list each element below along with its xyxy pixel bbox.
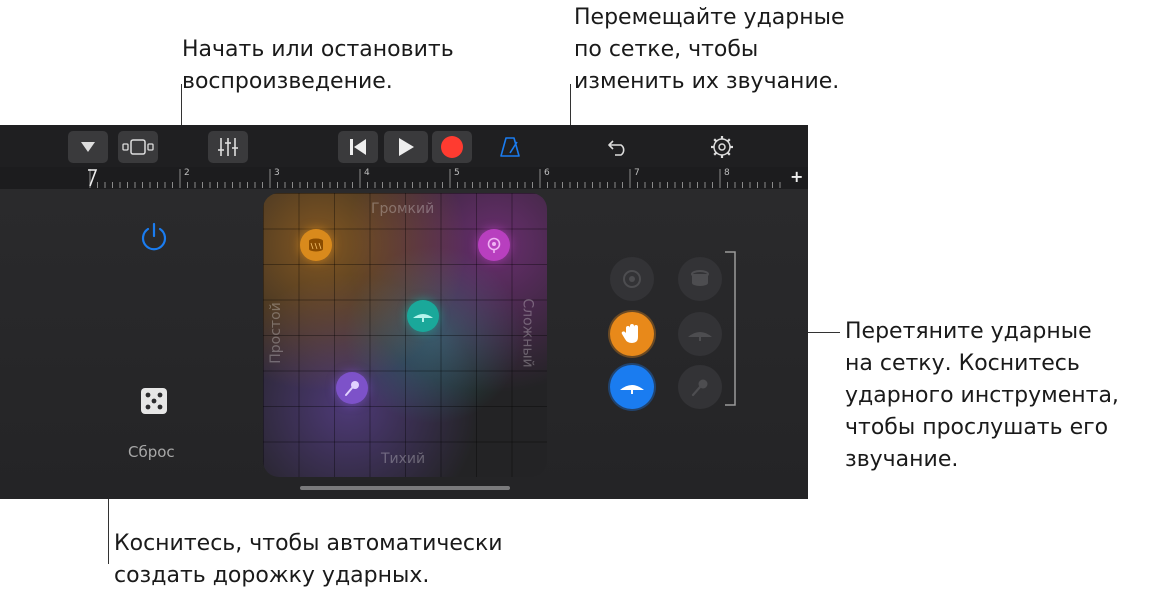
record-button[interactable] [432, 131, 472, 163]
settings-icon [711, 136, 733, 158]
shaker-slot-icon [691, 379, 708, 397]
play-icon [399, 138, 414, 156]
tracks-view-button[interactable] [118, 131, 158, 163]
dice-icon [141, 388, 167, 414]
grid-label-complex: Сложный [519, 298, 536, 368]
callout-drag-line-1: Перетяните ударные [845, 319, 1092, 344]
drum-slot-snare[interactable] [678, 257, 722, 301]
callout-grid-line-3: изменить их звучание. [574, 69, 840, 94]
drum-palette-bracket [725, 251, 736, 406]
ruler-mark-3: 3 [274, 168, 280, 178]
drum-slot-shaker[interactable] [678, 365, 722, 409]
callout-grid-line-1: Перемещайте ударные [574, 5, 845, 30]
callout-play-line-2: воспроизведение. [182, 69, 393, 94]
drum-slot-hihat[interactable] [678, 312, 722, 356]
settings-button[interactable] [702, 131, 742, 163]
hand-clap-icon [621, 324, 638, 343]
ruler-ticks [89, 169, 781, 188]
go-to-beginning-button[interactable] [338, 131, 378, 163]
ruler-mark-5: 5 [454, 168, 460, 178]
mixer-button[interactable] [208, 131, 248, 163]
mixer-icon [218, 138, 238, 156]
drummer-editor: Сброс Громкий Тихий Простой Сложный [0, 189, 808, 499]
playhead-icon[interactable] [86, 169, 98, 187]
ruler-mark-4: 4 [364, 168, 370, 178]
drum-slot-bass-drum[interactable] [610, 257, 654, 301]
callout-play: Начать или остановить воспроизведение. [182, 34, 454, 98]
grid-label-simple: Простой [267, 302, 284, 364]
undo-button[interactable] [598, 131, 638, 163]
callout-reset-line-1: Коснитесь, чтобы автоматически [114, 531, 503, 556]
tambourine-icon [487, 237, 501, 253]
drum-puck-hihat[interactable] [407, 300, 439, 332]
rewind-icon [350, 139, 366, 155]
ruler-mark-6: 6 [544, 168, 550, 178]
callout-drag-line-5: звучание. [845, 447, 959, 472]
drummer-power-button[interactable] [138, 221, 170, 253]
callout-drag-line-2: на сетку. Коснитесь [845, 351, 1080, 376]
drum-slot-clap[interactable] [610, 312, 654, 356]
grid-label-loud: Громкий [371, 201, 435, 217]
callout-reset: Коснитесь, чтобы автоматически создать д… [114, 528, 503, 592]
control-bar [0, 125, 808, 167]
metronome-icon [500, 137, 520, 157]
ruler-mark-8: 8 [724, 168, 730, 178]
kick-drum-icon [623, 270, 641, 288]
hihat-slot-icon [688, 332, 712, 341]
callout-drag-line-4: чтобы прослушать его [845, 415, 1109, 440]
drum-puck-snare[interactable] [300, 229, 332, 261]
snare-drum-icon [309, 238, 323, 252]
play-button[interactable] [384, 131, 428, 163]
garageband-drummer-screen: 1 2 3 4 5 6 7 8 + Сброс Громкий Тихий Пр… [0, 125, 808, 499]
snare-slot-icon [691, 270, 709, 286]
shaker-icon [345, 381, 359, 396]
ruler-mark-7: 7 [634, 168, 640, 178]
hihat-icon [413, 314, 433, 322]
callout-grid: Перемещайте ударные по сетке, чтобы изме… [574, 2, 845, 98]
triangle-down-icon [81, 142, 95, 152]
grid-label-soft: Тихий [381, 451, 426, 467]
undo-icon [608, 140, 625, 156]
reset-label: Сброс [128, 443, 175, 461]
metronome-button[interactable] [490, 131, 530, 163]
power-icon [141, 222, 167, 251]
tracks-view-icon [122, 139, 154, 155]
ruler-mark-2: 2 [184, 168, 190, 178]
cymbal-icon [620, 385, 644, 394]
callout-drag: Перетяните ударные на сетку. Коснитесь у… [845, 316, 1119, 476]
callout-grid-line-2: по сетке, чтобы [574, 37, 759, 62]
drum-slot-cymbal[interactable] [610, 365, 654, 409]
callout-reset-line-2: создать дорожку ударных. [114, 563, 430, 588]
add-section-button[interactable]: + [790, 167, 803, 186]
timeline-ruler[interactable]: 1 2 3 4 5 6 7 8 + [0, 167, 808, 190]
drum-puck-tambourine[interactable] [478, 229, 510, 261]
home-indicator [300, 486, 510, 490]
browser-button[interactable] [68, 131, 108, 163]
callout-play-line-1: Начать или остановить [182, 37, 454, 62]
reset-dice-button[interactable] [140, 387, 168, 415]
drum-pattern-xy-pad[interactable]: Громкий Тихий Простой Сложный [263, 193, 547, 477]
record-icon [441, 136, 463, 158]
callout-drag-line-3: ударного инструмента, [845, 383, 1119, 408]
drum-puck-shaker[interactable] [336, 372, 368, 404]
